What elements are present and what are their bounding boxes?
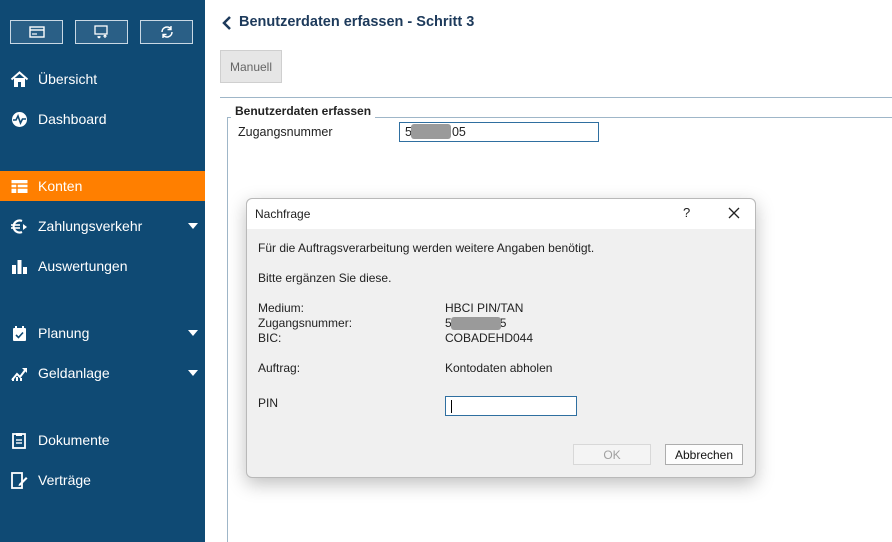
- back-arrow-icon[interactable]: [220, 15, 234, 31]
- redaction-blur: [451, 317, 501, 330]
- pin-label: PIN: [258, 396, 279, 410]
- zugangsnummer-label: Zugangsnummer: [238, 125, 333, 139]
- medium-label: Medium:: [258, 301, 305, 315]
- cancel-button[interactable]: Abbrechen: [665, 444, 743, 465]
- home-icon: [9, 70, 29, 88]
- transfer-button[interactable]: [75, 20, 128, 44]
- sidebar-item-label: Dokumente: [38, 432, 110, 448]
- chevron-down-icon[interactable]: [188, 330, 198, 336]
- pin-input[interactable]: [445, 396, 577, 416]
- help-button[interactable]: ?: [683, 205, 690, 220]
- planning-icon: [9, 324, 29, 342]
- sidebar-item-uebersicht[interactable]: Übersicht: [0, 64, 205, 94]
- zugangsnummer-label: Zugangsnummer:: [258, 316, 353, 330]
- chevron-down-icon[interactable]: [188, 223, 198, 229]
- dialog-title: Nachfrage: [255, 207, 311, 221]
- sidebar-item-konten[interactable]: Konten: [0, 171, 205, 201]
- redaction-blur: [411, 124, 451, 139]
- pulse-icon: [9, 110, 29, 128]
- fieldset-border: [375, 117, 892, 118]
- sidebar-item-dashboard[interactable]: Dashboard: [0, 104, 205, 134]
- sidebar-item-label: Geldanlage: [38, 365, 110, 381]
- page-title: Benutzerdaten erfassen - Schritt 3: [239, 14, 475, 30]
- sidebar-item-geldanlage[interactable]: Geldanlage: [0, 358, 205, 388]
- auftrag-label: Auftrag:: [258, 361, 301, 375]
- documents-icon: [9, 431, 29, 449]
- euro-icon: [9, 217, 29, 235]
- medium-value: HBCI PIN/TAN: [445, 301, 524, 315]
- refresh-icon: [160, 26, 173, 38]
- ok-button[interactable]: OK: [573, 444, 651, 465]
- sidebar-item-vertraege[interactable]: Verträge: [0, 465, 205, 495]
- sidebar-item-dokumente[interactable]: Dokumente: [0, 425, 205, 455]
- dialog-title-bar: Nachfrage ?: [247, 199, 755, 229]
- sidebar-item-auswertungen[interactable]: Auswertungen: [0, 251, 205, 281]
- contracts-icon: [9, 471, 29, 489]
- card-button[interactable]: [10, 20, 63, 44]
- divider: [220, 97, 892, 98]
- refresh-button[interactable]: [140, 20, 193, 44]
- sidebar-item-label: Zahlungsverkehr: [38, 218, 143, 234]
- auftrag-value: Kontodaten abholen: [445, 361, 553, 375]
- sidebar-item-label: Planung: [38, 325, 90, 341]
- manuell-button[interactable]: Manuell: [220, 50, 282, 83]
- accounts-icon: [9, 177, 29, 195]
- text-cursor: [451, 400, 452, 413]
- bic-label: BIC:: [258, 331, 282, 345]
- growth-chart-icon: [9, 364, 29, 382]
- sidebar-item-label: Verträge: [38, 472, 91, 488]
- close-icon[interactable]: [727, 206, 741, 220]
- bar-chart-icon: [9, 257, 29, 275]
- sidebar-item-label: Konten: [38, 178, 83, 194]
- sidebar-item-planung[interactable]: Planung: [0, 318, 205, 348]
- fieldset-border: [227, 117, 231, 118]
- info-text: Für die Auftragsverarbeitung werden weit…: [258, 241, 595, 255]
- chevron-down-icon[interactable]: [188, 370, 198, 376]
- transfer-icon: [93, 25, 108, 39]
- card-icon: [28, 26, 45, 38]
- info-text-2: Bitte ergänzen Sie diese.: [258, 271, 392, 285]
- nachfrage-dialog: Nachfrage ? Für die Auftragsverarbeitung…: [246, 198, 756, 478]
- zugangsnummer-suffix: 05: [451, 125, 466, 139]
- fieldset-legend: Benutzerdaten erfassen: [233, 104, 374, 118]
- sidebar-item-label: Auswertungen: [38, 258, 128, 274]
- sidebar-item-label: Übersicht: [38, 71, 98, 87]
- bic-value: COBADEHD044: [445, 331, 534, 345]
- sidebar: Übersicht Dashboard Konten Zahlungsverke…: [0, 0, 205, 542]
- fieldset-border: [227, 117, 228, 542]
- sidebar-item-zahlungsverkehr[interactable]: Zahlungsverkehr: [0, 211, 205, 241]
- sidebar-item-label: Dashboard: [38, 111, 107, 127]
